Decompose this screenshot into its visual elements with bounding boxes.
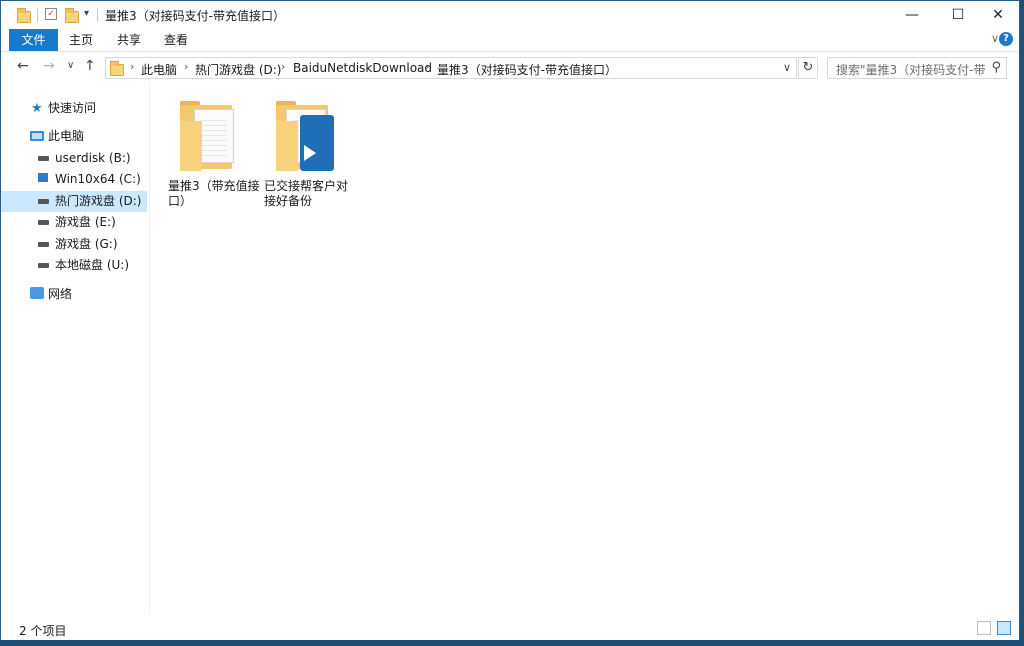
sidebar-item-drive-c[interactable]: Win10x64 (C:) bbox=[1, 169, 147, 190]
search-icon[interactable]: ⚲ bbox=[991, 60, 1001, 75]
file-name: 已交接帮客户对接好备份 bbox=[264, 179, 349, 208]
help-icon[interactable]: ? bbox=[999, 32, 1013, 46]
sidebar-item-quick-access[interactable]: ★ 快速访问 bbox=[1, 98, 147, 119]
expand-ribbon-icon[interactable]: ∨ bbox=[991, 32, 999, 45]
back-arrow-icon[interactable]: ← bbox=[17, 58, 29, 74]
sidebar-item-this-pc[interactable]: 此电脑 bbox=[1, 126, 147, 147]
sidebar-item-drive-e[interactable]: 游戏盘 (E:) bbox=[1, 212, 147, 233]
computer-icon bbox=[30, 131, 44, 141]
drive-icon bbox=[38, 242, 49, 247]
new-folder-icon[interactable] bbox=[65, 8, 79, 23]
sidebar-item-label: 本地磁盘 (U:) bbox=[55, 258, 130, 272]
folder-apk-icon bbox=[276, 101, 336, 173]
sidebar-item-label: 此电脑 bbox=[48, 129, 85, 143]
item-count: 2 个项目 bbox=[19, 624, 67, 638]
chevron-right-icon[interactable]: › bbox=[281, 60, 285, 73]
large-icons-view-icon[interactable] bbox=[997, 621, 1011, 635]
tab-home[interactable]: 主页 bbox=[63, 29, 99, 51]
refresh-button[interactable]: ↻ bbox=[798, 57, 818, 79]
breadcrumb-baidunetdisk[interactable]: BaiduNetdiskDownload bbox=[293, 61, 432, 75]
drive-icon bbox=[38, 220, 49, 225]
separator bbox=[97, 8, 98, 22]
breadcrumb-current-folder[interactable]: 量推3（对接码支付-带充值接口） bbox=[437, 61, 617, 78]
tab-view[interactable]: 查看 bbox=[158, 29, 194, 51]
breadcrumb-this-pc[interactable]: 此电脑 bbox=[141, 61, 177, 78]
sidebar-item-label: userdisk (B:) bbox=[55, 151, 131, 165]
details-view-icon[interactable] bbox=[977, 621, 991, 635]
customize-toolbar-icon[interactable]: ▾ bbox=[84, 8, 89, 19]
ribbon-tabs: 文件 主页 共享 查看 ∨ ? bbox=[1, 29, 1019, 52]
folder-icon bbox=[17, 8, 31, 23]
windows-drive-icon bbox=[38, 173, 48, 182]
search-input[interactable]: 搜索"量推3（对接码支付-带... ⚲ bbox=[827, 57, 1007, 79]
chevron-right-icon[interactable]: › bbox=[130, 60, 134, 73]
sidebar-item-label: 游戏盘 (E:) bbox=[55, 215, 116, 229]
network-icon bbox=[30, 287, 44, 299]
breadcrumb-drive-d[interactable]: 热门游戏盘 (D:) bbox=[195, 61, 281, 78]
window-title: 量推3（对接码支付-带充值接口） bbox=[105, 9, 285, 23]
file-name: 量推3（带充值接口） bbox=[168, 179, 260, 208]
navigation-pane: ★ 快速访问 此电脑 userdisk (B:) Win10x64 (C:) 热… bbox=[1, 83, 150, 613]
chevron-down-icon[interactable]: ∨ bbox=[778, 58, 796, 78]
minimize-button[interactable]: — bbox=[889, 1, 935, 29]
sidebar-item-label: 网络 bbox=[48, 287, 73, 301]
drive-icon bbox=[38, 156, 49, 161]
drive-icon bbox=[38, 263, 49, 268]
folder-icon bbox=[110, 61, 124, 76]
folder-document-icon bbox=[180, 101, 240, 173]
sidebar-item-label: 热门游戏盘 (D:) bbox=[55, 194, 142, 208]
sidebar-item-label: Win10x64 (C:) bbox=[55, 172, 141, 186]
address-bar[interactable]: › 此电脑 › 热门游戏盘 (D:) › BaiduNetdiskDownloa… bbox=[105, 57, 797, 79]
sidebar-item-drive-u[interactable]: 本地磁盘 (U:) bbox=[1, 255, 147, 276]
drive-icon bbox=[38, 199, 49, 204]
sidebar-item-drive-b[interactable]: userdisk (B:) bbox=[1, 148, 147, 169]
tab-share[interactable]: 共享 bbox=[111, 29, 147, 51]
title-bar: ✓ ▾ 量推3（对接码支付-带充值接口） — ☐ ✕ bbox=[1, 1, 1019, 29]
status-bar: 2 个项目 bbox=[1, 616, 1019, 640]
recent-locations-icon[interactable]: ∨ bbox=[67, 60, 74, 71]
sidebar-item-label: 游戏盘 (G:) bbox=[55, 237, 118, 251]
search-placeholder: 搜索"量推3（对接码支付-带... bbox=[836, 63, 986, 77]
properties-icon[interactable]: ✓ bbox=[45, 8, 57, 20]
tab-file[interactable]: 文件 bbox=[9, 29, 58, 51]
forward-arrow-icon[interactable]: → bbox=[43, 58, 55, 74]
sidebar-item-network[interactable]: 网络 bbox=[1, 284, 147, 305]
chevron-right-icon[interactable]: › bbox=[425, 60, 429, 73]
file-list: 量推3（带充值接口） 已交接帮客户对接好备份 bbox=[150, 83, 1019, 613]
up-arrow-icon[interactable]: ↑ bbox=[84, 58, 96, 74]
close-button[interactable]: ✕ bbox=[975, 1, 1021, 29]
star-icon: ★ bbox=[31, 101, 43, 116]
sidebar-item-drive-d[interactable]: 热门游戏盘 (D:) bbox=[1, 191, 147, 212]
separator bbox=[37, 8, 38, 22]
explorer-window: ✓ ▾ 量推3（对接码支付-带充值接口） — ☐ ✕ 文件 主页 共享 查看 ∨… bbox=[0, 0, 1020, 640]
sidebar-item-drive-g[interactable]: 游戏盘 (G:) bbox=[1, 234, 147, 255]
sidebar-item-label: 快速访问 bbox=[48, 101, 97, 115]
chevron-right-icon[interactable]: › bbox=[184, 60, 188, 73]
navigation-bar: ← → ∨ ↑ › 此电脑 › 热门游戏盘 (D:) › BaiduNetdis… bbox=[1, 52, 1019, 82]
